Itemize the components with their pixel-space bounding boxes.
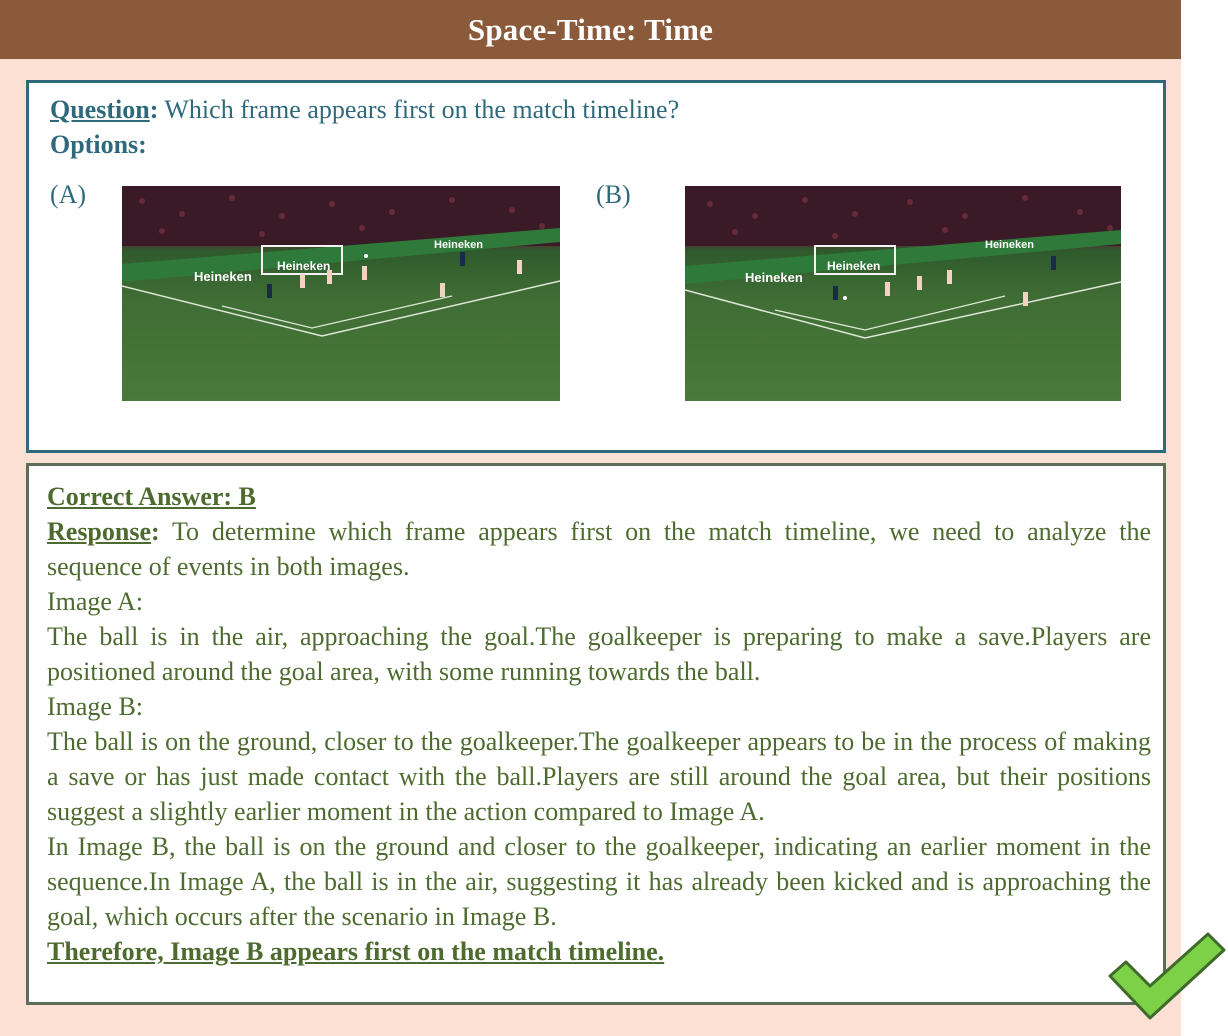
option-a-image: Heineken Heineken Heineken bbox=[122, 186, 560, 401]
correct-answer: Correct Answer: B bbox=[47, 482, 256, 511]
option-b-image: Heineken Heineken Heineken bbox=[685, 186, 1121, 401]
image-b-text: The ball is on the ground, closer to the… bbox=[47, 727, 1151, 826]
options-label: Options: bbox=[50, 130, 147, 159]
answer-text: Correct Answer: B Response: To determine… bbox=[47, 482, 1151, 966]
comparison-text: In Image B, the ball is on the ground an… bbox=[47, 832, 1151, 931]
question-label: Question bbox=[50, 95, 150, 124]
option-b-label: (B) bbox=[596, 180, 631, 209]
conclusion-text: Therefore, Image B appears first on the … bbox=[47, 937, 665, 966]
ad-board-text: Heineken bbox=[277, 259, 330, 273]
ad-board-text: Heineken bbox=[827, 259, 880, 273]
question-text: Which frame appears first on the match t… bbox=[158, 95, 680, 124]
page-title: Space-Time: Time bbox=[0, 0, 1181, 59]
question-line: Question: Which frame appears first on t… bbox=[50, 95, 679, 125]
response-label: Response bbox=[47, 517, 152, 546]
ad-board-text: Heineken bbox=[745, 270, 803, 285]
answer-box: Correct Answer: B Response: To determine… bbox=[26, 463, 1166, 1005]
ad-board-text: Heineken bbox=[194, 269, 252, 284]
ad-board-text: Heineken bbox=[985, 239, 1034, 251]
checkmark-icon bbox=[1108, 932, 1226, 1020]
question-box: Question: Which frame appears first on t… bbox=[26, 80, 1166, 453]
ad-board-text: Heineken bbox=[434, 239, 483, 251]
image-a-label: Image A: bbox=[47, 587, 144, 616]
image-a-text: The ball is in the air, approaching the … bbox=[47, 622, 1151, 686]
option-a-label: (A) bbox=[50, 180, 87, 209]
image-b-label: Image B: bbox=[47, 692, 144, 721]
response-intro: To determine which frame appears first o… bbox=[47, 517, 1151, 581]
